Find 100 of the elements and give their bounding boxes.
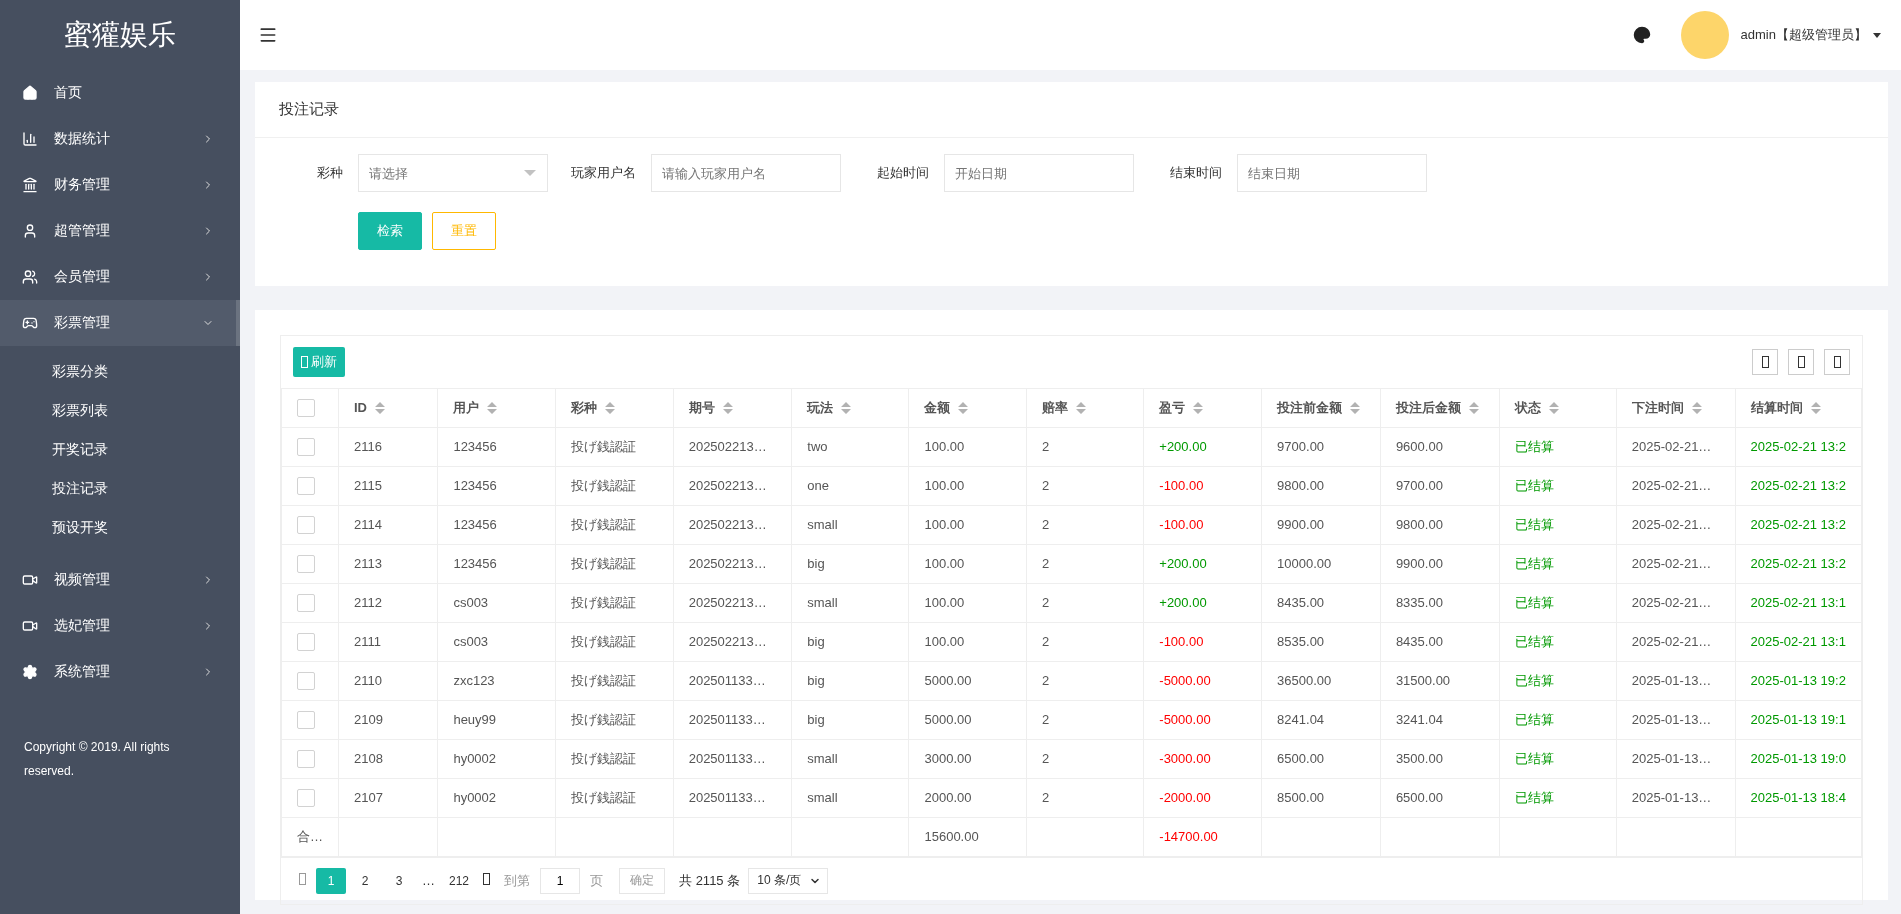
column-header[interactable]: 投注后金额 bbox=[1380, 389, 1500, 427]
page-button[interactable]: 2 bbox=[350, 867, 380, 894]
dropdown-arrow-icon bbox=[524, 170, 536, 176]
odds-cell: 2 bbox=[1026, 778, 1144, 817]
odds-cell: 2 bbox=[1026, 544, 1144, 583]
row-checkbox[interactable] bbox=[297, 593, 315, 612]
sort-icon[interactable] bbox=[722, 401, 733, 414]
page-button[interactable]: 212 bbox=[443, 867, 476, 894]
column-header[interactable]: ID bbox=[338, 389, 438, 427]
balance-after-cell: 9900.00 bbox=[1380, 544, 1500, 583]
page-size-select[interactable]: 10 条/页 bbox=[748, 867, 829, 894]
sidebar-item[interactable]: 系统管理 bbox=[0, 649, 240, 695]
sort-icon[interactable] bbox=[1350, 401, 1361, 414]
input-field[interactable]: 结束日期 bbox=[1237, 154, 1427, 192]
column-header[interactable]: 下注时间 bbox=[1616, 389, 1735, 427]
submenu-item[interactable]: 开奖记录 bbox=[0, 430, 240, 469]
sort-icon[interactable] bbox=[1076, 401, 1087, 414]
sort-icon[interactable] bbox=[375, 401, 385, 414]
sidebar-item[interactable]: 会员管理 bbox=[0, 254, 240, 300]
sidebar-item[interactable]: 首页 bbox=[0, 70, 240, 116]
issue-cell: 202502213… bbox=[673, 583, 792, 622]
sort-icon[interactable] bbox=[958, 401, 969, 414]
user-menu[interactable]: admin【超级管理员】 bbox=[1740, 26, 1881, 44]
column-header[interactable]: 赔率 bbox=[1026, 389, 1144, 427]
toolbar-icon[interactable] bbox=[1752, 349, 1778, 375]
row-checkbox[interactable] bbox=[297, 671, 315, 690]
column-header[interactable]: 彩种 bbox=[555, 389, 674, 427]
status-cell: 已结算 bbox=[1499, 700, 1617, 739]
sort-icon[interactable] bbox=[1548, 401, 1559, 414]
sort-icon[interactable] bbox=[841, 401, 852, 414]
avatar[interactable] bbox=[1680, 11, 1729, 59]
balance-before-cell: 10000.00 bbox=[1261, 544, 1381, 583]
submenu-item[interactable]: 彩票分类 bbox=[0, 352, 240, 391]
menu-icon[interactable] bbox=[258, 25, 278, 45]
settle-time-cell: 2025-02-21 13:1 bbox=[1735, 622, 1862, 661]
column-header[interactable]: 玩法 bbox=[791, 389, 909, 427]
row-checkbox[interactable] bbox=[297, 554, 315, 573]
balance-after-cell: 9700.00 bbox=[1380, 466, 1500, 505]
sidebar-item[interactable]: 超管管理 bbox=[0, 208, 240, 254]
balance-before-cell: 6500.00 bbox=[1261, 739, 1381, 778]
app-logo: 蜜獾娱乐 bbox=[63, 18, 177, 52]
user-cell: 123456 bbox=[437, 505, 556, 544]
row-checkbox[interactable] bbox=[297, 788, 315, 807]
page-button[interactable]: 3 bbox=[384, 867, 414, 894]
profit-cell: -2000.00 bbox=[1143, 778, 1262, 817]
profit-cell: +200.00 bbox=[1143, 583, 1262, 622]
balance-before-cell: 9700.00 bbox=[1261, 427, 1381, 466]
row-checkbox[interactable] bbox=[297, 515, 315, 534]
field-label: 彩种 bbox=[316, 164, 344, 182]
users-icon bbox=[22, 269, 38, 285]
toolbar-icon[interactable] bbox=[1824, 349, 1850, 375]
column-header[interactable]: 用户 bbox=[437, 389, 556, 427]
page-input[interactable]: 1 bbox=[540, 867, 581, 894]
issue-cell: 202502213… bbox=[673, 505, 792, 544]
select-field[interactable]: 请选择 bbox=[358, 154, 548, 192]
column-header[interactable]: 状态 bbox=[1499, 389, 1617, 427]
toolbar-icon[interactable] bbox=[1788, 349, 1814, 375]
column-header[interactable]: 结算时间 bbox=[1735, 389, 1862, 427]
odds-cell: 2 bbox=[1026, 505, 1144, 544]
status-cell: 已结算 bbox=[1499, 739, 1617, 778]
play-cell: small bbox=[791, 778, 909, 817]
sidebar-item[interactable]: 视频管理 bbox=[0, 557, 240, 603]
sidebar-item[interactable]: 财务管理 bbox=[0, 162, 240, 208]
column-header[interactable]: 期号 bbox=[673, 389, 792, 427]
status-cell: 已结算 bbox=[1499, 505, 1617, 544]
column-header[interactable]: 盈亏 bbox=[1143, 389, 1262, 427]
status-cell: 已结算 bbox=[1499, 778, 1617, 817]
row-checkbox[interactable] bbox=[297, 710, 315, 729]
sort-icon[interactable] bbox=[487, 401, 498, 414]
settle-time-cell: 2025-01-13 19:0 bbox=[1735, 739, 1862, 778]
column-header[interactable]: 金额 bbox=[908, 389, 1027, 427]
issue-cell: 202501133… bbox=[673, 661, 792, 700]
bar-chart-icon bbox=[22, 131, 38, 147]
gamepad-icon bbox=[22, 315, 38, 331]
lottery-cell: 投げ銭認証 bbox=[555, 544, 674, 583]
sidebar-item[interactable]: 选妃管理 bbox=[0, 603, 240, 649]
sort-icon[interactable] bbox=[1691, 401, 1702, 414]
select-all-checkbox[interactable] bbox=[297, 398, 315, 417]
palette-icon[interactable] bbox=[1632, 26, 1651, 44]
submenu-item[interactable]: 预设开奖 bbox=[0, 508, 240, 547]
row-checkbox[interactable] bbox=[297, 749, 315, 768]
submenu-item[interactable]: 投注记录 bbox=[0, 469, 240, 508]
input-field[interactable]: 请输入玩家用户名 bbox=[651, 154, 841, 192]
issue-cell: 202501133… bbox=[673, 739, 792, 778]
input-field[interactable]: 开始日期 bbox=[944, 154, 1134, 192]
user-cell: cs003 bbox=[437, 583, 556, 622]
lottery-cell: 投げ銭認証 bbox=[555, 739, 674, 778]
sort-icon[interactable] bbox=[604, 401, 615, 414]
row-checkbox[interactable] bbox=[297, 632, 315, 651]
column-header[interactable]: 投注前金额 bbox=[1261, 389, 1381, 427]
sort-icon[interactable] bbox=[1193, 401, 1204, 414]
sort-icon[interactable] bbox=[1810, 401, 1821, 414]
row-checkbox[interactable] bbox=[297, 476, 315, 495]
submenu-item[interactable]: 彩票列表 bbox=[0, 391, 240, 430]
amount-cell: 100.00 bbox=[908, 466, 1027, 505]
sidebar-item[interactable]: 数据统计 bbox=[0, 116, 240, 162]
status-cell: 已结算 bbox=[1499, 622, 1617, 661]
sidebar-item[interactable]: 彩票管理 bbox=[0, 300, 240, 346]
row-checkbox[interactable] bbox=[297, 437, 315, 456]
sort-icon[interactable] bbox=[1468, 401, 1479, 414]
